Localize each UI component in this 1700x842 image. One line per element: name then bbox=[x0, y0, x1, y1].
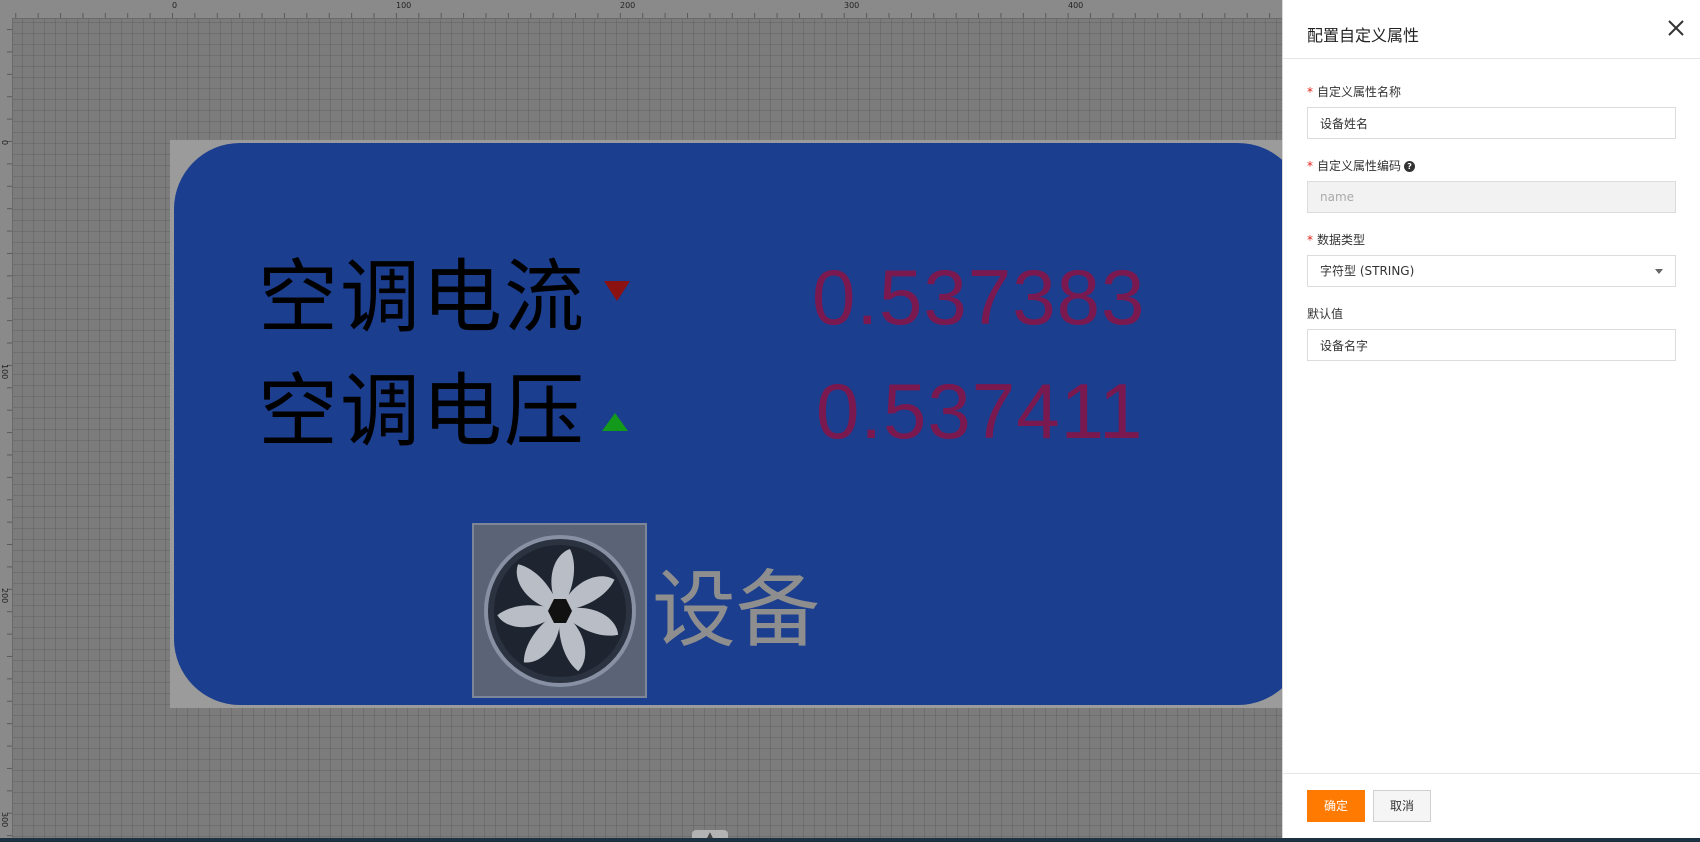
required-mark: * bbox=[1307, 85, 1313, 99]
required-mark: * bbox=[1307, 159, 1313, 173]
editor-canvas[interactable]: 0 100 200 300 400 0 100 200 300 空调电流 0.5… bbox=[0, 0, 1282, 842]
chevron-down-icon bbox=[1655, 269, 1663, 274]
field-label-text: 自定义属性名称 bbox=[1317, 85, 1402, 99]
ruler-left-label: 300 bbox=[0, 812, 9, 828]
drawer-footer: 确定 取消 bbox=[1283, 773, 1700, 842]
help-icon[interactable]: ? bbox=[1404, 160, 1416, 172]
field-code-label: * 自定义属性编码 ? bbox=[1307, 157, 1676, 175]
cancel-button[interactable]: 取消 bbox=[1373, 790, 1431, 822]
current-value[interactable]: 0.537383 bbox=[812, 258, 1145, 336]
ruler-top-label: 400 bbox=[1068, 1, 1084, 10]
field-datatype: * 数据类型 字符型 (STRING) bbox=[1307, 231, 1676, 287]
field-name-label: * 自定义属性名称 bbox=[1307, 83, 1676, 101]
device-label[interactable]: 设备 bbox=[652, 568, 820, 652]
current-label[interactable]: 空调电流 bbox=[258, 258, 586, 338]
fan-graphic bbox=[484, 535, 636, 687]
close-button[interactable] bbox=[1662, 14, 1690, 42]
field-label-text: 默认值 bbox=[1307, 307, 1344, 321]
field-label-text: 数据类型 bbox=[1317, 233, 1366, 247]
ruler-top-label: 300 bbox=[844, 1, 860, 10]
ruler-left-label: 200 bbox=[0, 588, 9, 604]
field-datatype-label: * 数据类型 bbox=[1307, 231, 1676, 249]
default-value-input[interactable] bbox=[1307, 329, 1676, 361]
field-default-label: 默认值 bbox=[1307, 305, 1676, 323]
datatype-selected-value: 字符型 (STRING) bbox=[1320, 264, 1415, 278]
required-mark: * bbox=[1307, 233, 1313, 247]
trend-up-icon bbox=[602, 413, 628, 431]
drawer-header: 配置自定义属性 bbox=[1283, 0, 1700, 59]
desktop-strip bbox=[0, 838, 1700, 842]
trend-down-icon bbox=[604, 281, 630, 301]
field-code: * 自定义属性编码 ? bbox=[1307, 157, 1676, 213]
ruler-left-label: 100 bbox=[0, 364, 9, 380]
voltage-label[interactable]: 空调电压 bbox=[258, 372, 586, 452]
ruler-top-label: 200 bbox=[620, 1, 636, 10]
ruler-top: 0 100 200 300 400 bbox=[0, 0, 1282, 19]
fan-icon[interactable] bbox=[472, 523, 647, 698]
field-name: * 自定义属性名称 bbox=[1307, 83, 1676, 139]
drawer-title: 配置自定义属性 bbox=[1307, 26, 1420, 45]
field-label-text: 自定义属性编码 bbox=[1317, 159, 1402, 173]
attribute-form: * 自定义属性名称 * 自定义属性编码 ? * 数据类型 字符型 (STRING… bbox=[1283, 59, 1700, 361]
field-default: 默认值 bbox=[1307, 305, 1676, 361]
ruler-top-label: 100 bbox=[396, 1, 412, 10]
voltage-value[interactable]: 0.537411 bbox=[816, 372, 1144, 450]
config-drawer: 配置自定义属性 * 自定义属性名称 * 自定义属性编码 ? * bbox=[1282, 0, 1700, 842]
close-icon bbox=[1668, 20, 1684, 36]
confirm-button[interactable]: 确定 bbox=[1307, 790, 1365, 822]
ruler-left-label: 0 bbox=[0, 140, 9, 146]
ruler-left: 0 100 200 300 bbox=[0, 18, 13, 842]
datatype-select[interactable]: 字符型 (STRING) bbox=[1307, 255, 1676, 287]
attribute-code-input bbox=[1307, 181, 1676, 213]
attribute-name-input[interactable] bbox=[1307, 107, 1676, 139]
ruler-top-label: 0 bbox=[172, 1, 178, 10]
